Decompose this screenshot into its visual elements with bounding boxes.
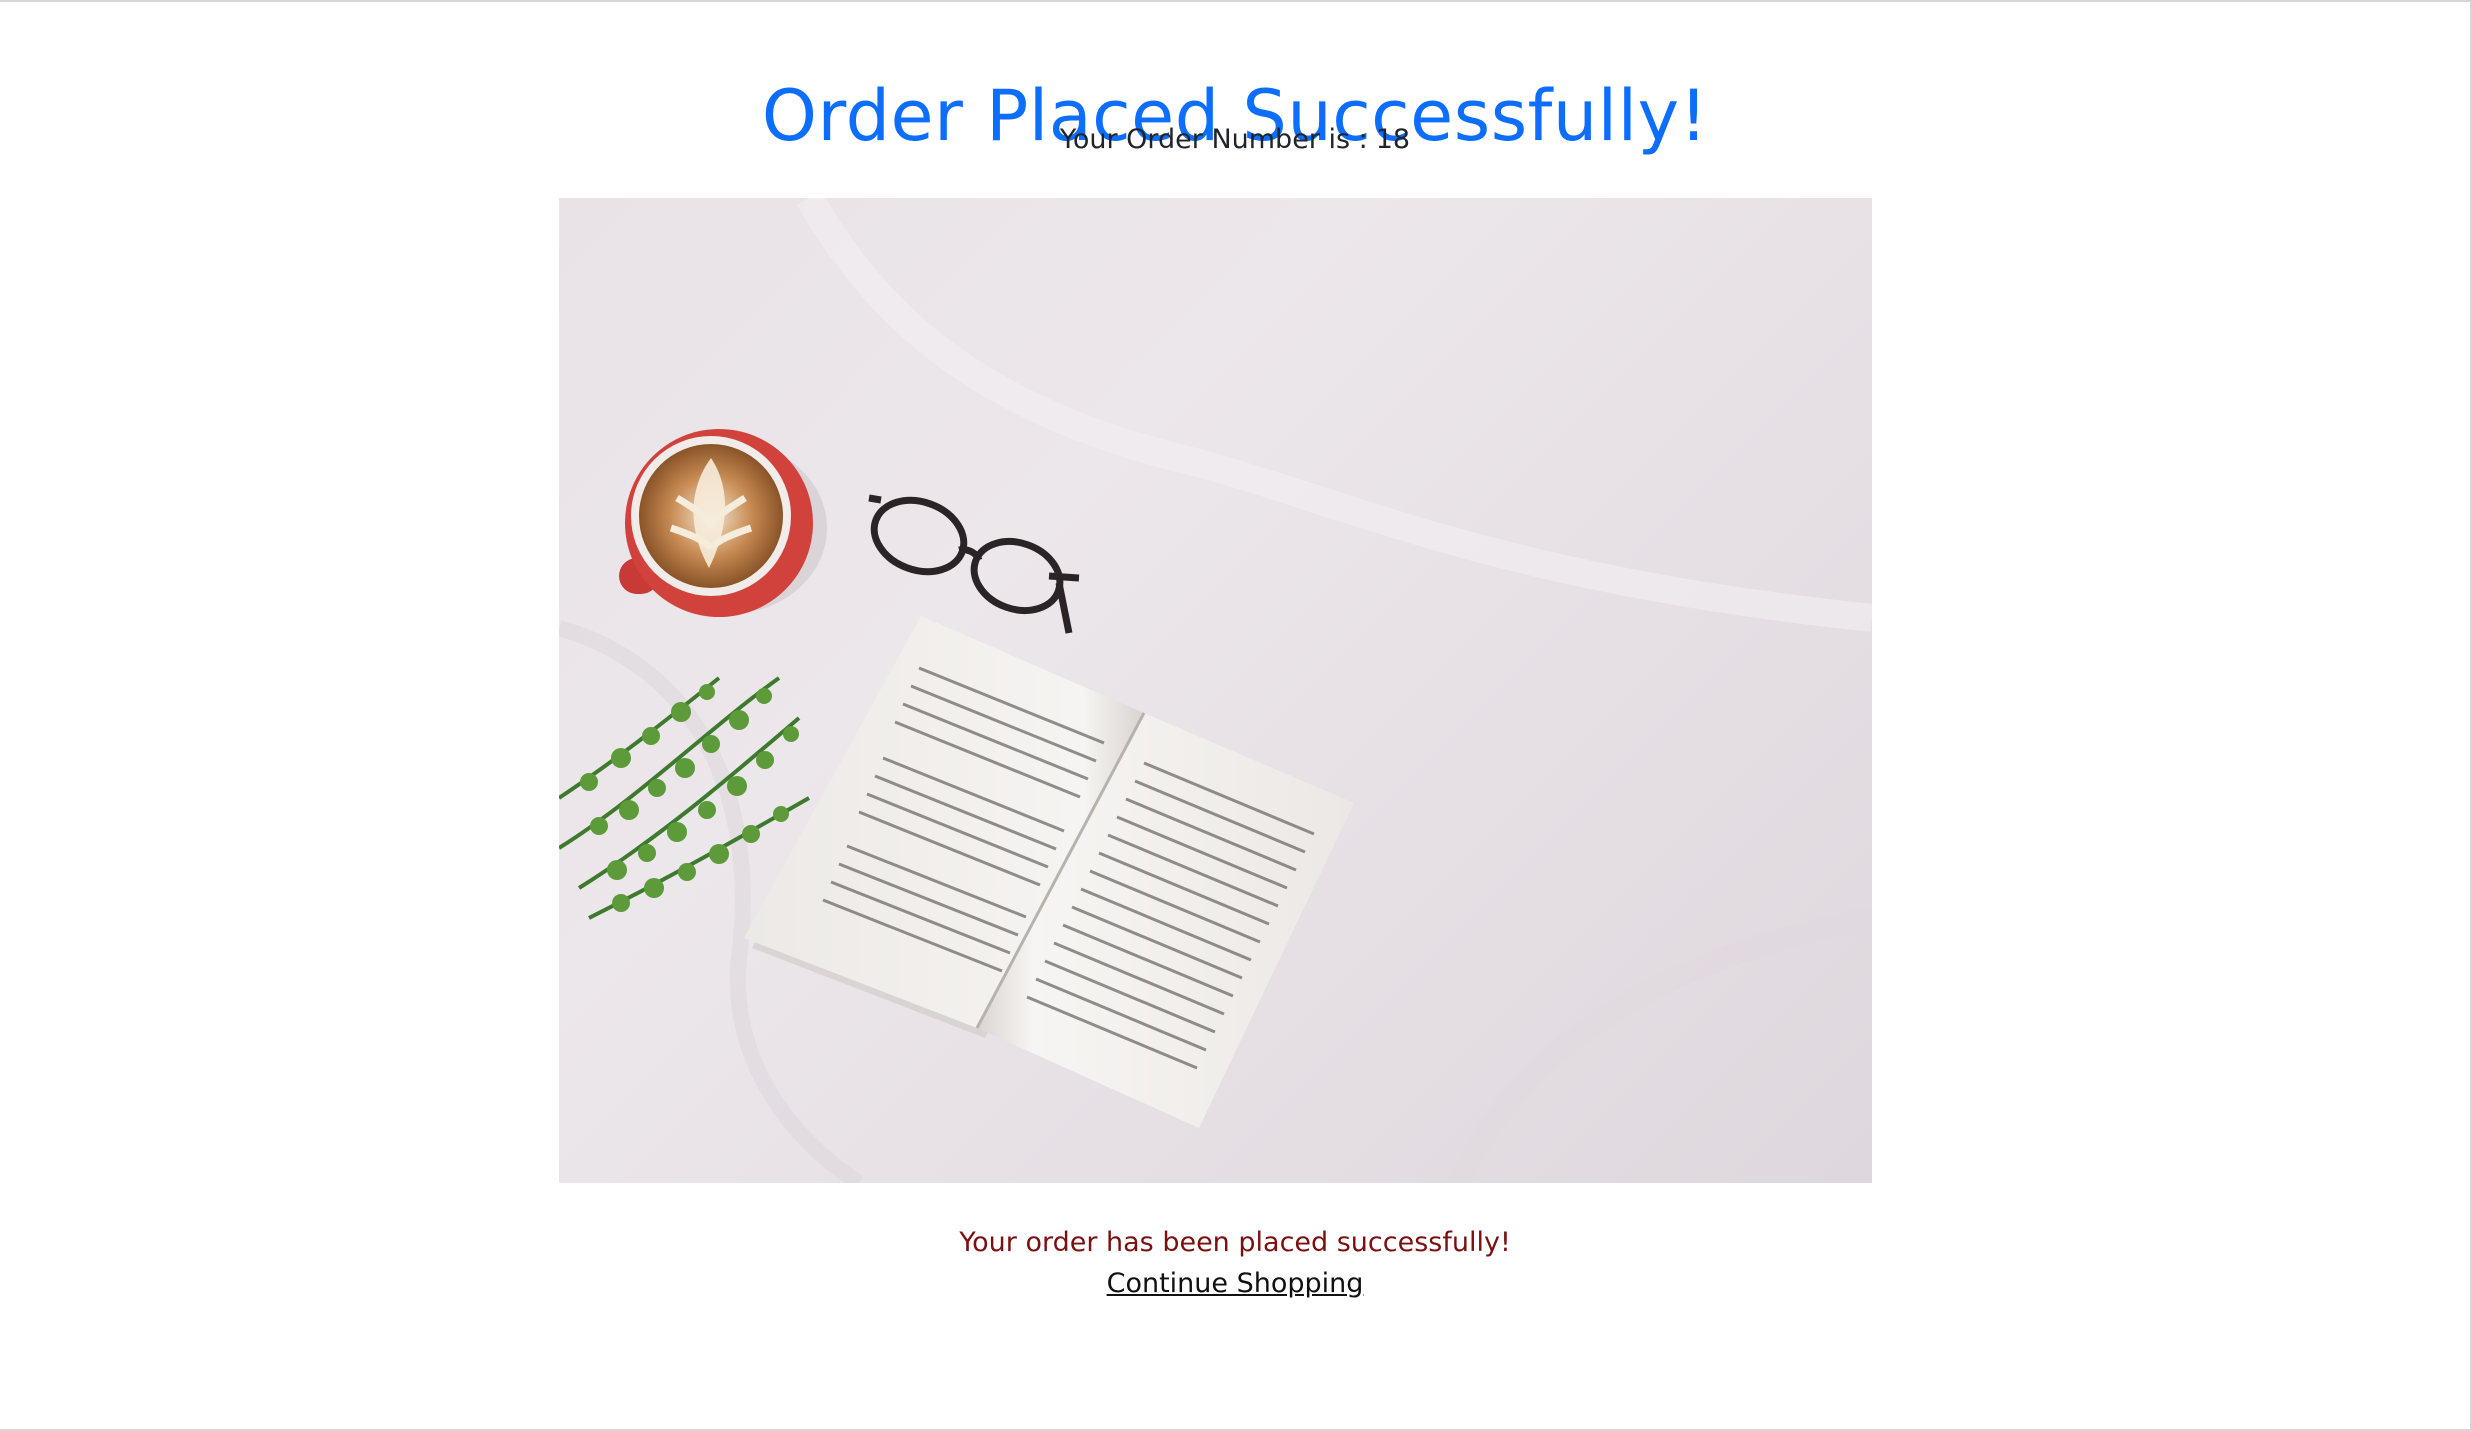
- continue-shopping-container: Continue Shopping: [0, 1264, 2470, 1307]
- order-number-value: 18: [1375, 124, 1411, 155]
- hero-image: [559, 198, 1872, 1183]
- order-number-label: Your Order Number is :: [1059, 124, 1368, 155]
- success-message: Your order has been placed successfully!: [959, 1227, 1511, 1258]
- continue-shopping-link[interactable]: Continue Shopping: [1107, 1268, 1364, 1299]
- order-number-line: Your Order Number is :18: [0, 120, 2470, 160]
- page: Order Placed Successfully! Your Order Nu…: [0, 0, 2472, 1431]
